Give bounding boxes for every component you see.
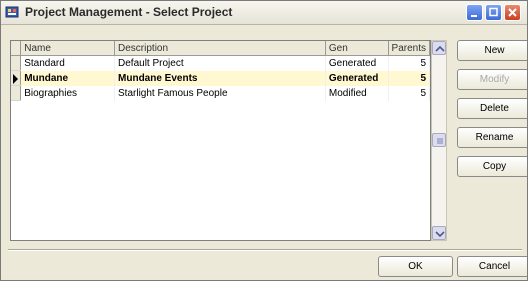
header-row: Name Description Gen Parents (11, 41, 430, 56)
divider (8, 249, 522, 251)
cell-gen: Generated (325, 70, 389, 86)
cell-gen: Generated (325, 55, 389, 71)
table-row[interactable]: Standard Default Project Generated 5 (11, 55, 430, 71)
table-row-selected[interactable]: Mundane Mundane Events Generated 5 (11, 70, 430, 86)
row-selector[interactable] (11, 55, 22, 71)
vertical-scrollbar[interactable] (431, 40, 447, 241)
minimize-button[interactable] (466, 4, 483, 21)
column-header-gen[interactable]: Gen (325, 41, 389, 56)
ok-button[interactable]: OK (378, 256, 453, 277)
row-selector[interactable] (11, 85, 22, 101)
cell-parents: 5 (388, 70, 430, 86)
close-button[interactable] (504, 4, 521, 21)
grip-icon (437, 138, 443, 144)
minimize-icon (471, 15, 477, 17)
maximize-icon (489, 7, 498, 17)
new-button[interactable]: New (457, 40, 527, 61)
scroll-thumb[interactable] (432, 133, 446, 147)
modify-button[interactable]: Modify (457, 69, 527, 90)
current-row-pointer-icon (13, 74, 19, 84)
column-header-description[interactable]: Description (114, 41, 326, 56)
delete-button[interactable]: Delete (457, 98, 527, 119)
cell-name: Biographies (20, 85, 116, 101)
cell-name: Standard (20, 55, 116, 71)
close-icon (508, 8, 517, 17)
project-management-window: Project Management - Select Project Name… (0, 0, 528, 281)
selector-header (11, 41, 22, 56)
project-table: Name Description Gen Parents Standard De… (11, 41, 430, 101)
project-icon (5, 5, 19, 19)
cell-name: Mundane (20, 70, 116, 86)
cell-parents: 5 (388, 85, 430, 101)
cell-gen: Modified (325, 85, 389, 101)
window-title: Project Management - Select Project (25, 5, 233, 19)
scroll-up-button[interactable] (432, 41, 446, 55)
cell-description: Default Project (114, 55, 326, 71)
copy-button[interactable]: Copy (457, 156, 527, 177)
cancel-button[interactable]: Cancel (457, 256, 527, 277)
cell-description: Starlight Famous People (114, 85, 326, 101)
chevron-down-icon (435, 231, 445, 238)
table-row[interactable]: Biographies Starlight Famous People Modi… (11, 85, 430, 101)
cell-description: Mundane Events (114, 70, 326, 86)
chevron-up-icon (435, 45, 445, 52)
rename-button[interactable]: Rename (457, 127, 527, 148)
cell-parents: 5 (388, 55, 430, 71)
project-list[interactable]: Name Description Gen Parents Standard De… (10, 40, 431, 241)
row-selector[interactable] (11, 70, 22, 86)
scroll-down-button[interactable] (432, 226, 446, 240)
column-header-name[interactable]: Name (20, 41, 116, 56)
column-header-parents[interactable]: Parents (388, 41, 430, 56)
title-bar[interactable]: Project Management - Select Project (1, 1, 527, 25)
maximize-button[interactable] (485, 4, 502, 21)
